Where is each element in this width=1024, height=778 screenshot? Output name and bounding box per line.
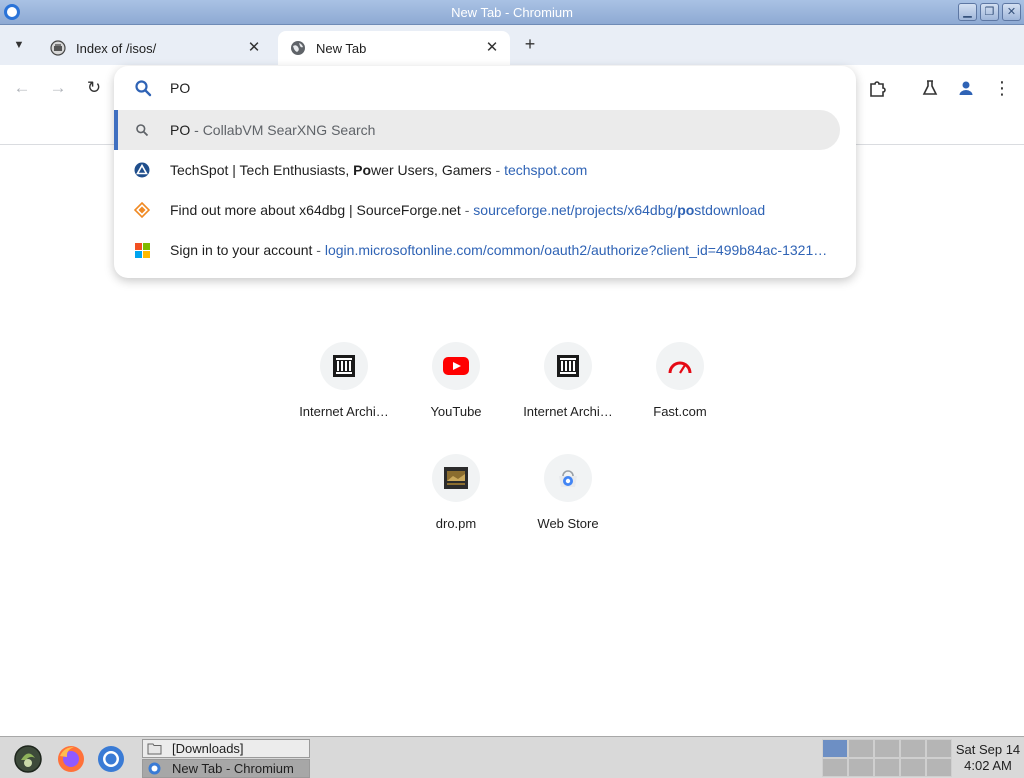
shortcut-tile[interactable]: Fast.com (624, 342, 736, 442)
suggestion-text: PO - CollabVM SearXNG Search (170, 122, 376, 138)
labs-flask-icon[interactable] (918, 76, 942, 100)
internet-archive-icon (544, 342, 592, 390)
tab-search-chevron-down-icon[interactable]: ▼ (8, 34, 30, 56)
fast-com-icon (656, 342, 704, 390)
window-titlebar[interactable]: New Tab - Chromium ▁ ❐ ✕ (0, 0, 1024, 25)
globe-icon (290, 40, 306, 56)
window-title: New Tab - Chromium (451, 4, 573, 20)
close-button[interactable]: ✕ (1002, 3, 1021, 21)
workspace-3[interactable] (874, 739, 900, 758)
extensions-puzzle-icon[interactable] (865, 76, 889, 100)
shortcut-tile[interactable]: Internet Archi… (512, 342, 624, 442)
chromium-app-icon (4, 4, 20, 20)
workspace-pager[interactable] (822, 739, 952, 777)
workspace-6[interactable] (822, 758, 848, 777)
tab-new-tab[interactable]: New Tab ✕ (278, 31, 510, 65)
workspace-10[interactable] (926, 758, 952, 777)
tab-index-of-isos[interactable]: Index of /isos/ ✕ (38, 31, 272, 65)
workspace-4[interactable] (900, 739, 926, 758)
omnibox-input[interactable] (170, 78, 770, 98)
reload-icon[interactable]: ↻ (82, 76, 106, 100)
minimize-button[interactable]: ▁ (958, 3, 977, 21)
forward-arrow-icon[interactable]: → (46, 76, 70, 100)
youtube-icon (432, 342, 480, 390)
os-taskbar: [Downloads] New Tab - Chromium Sat Sep 1… (0, 736, 1024, 778)
suggestion-text: TechSpot | Tech Enthusiasts, Power Users… (170, 162, 588, 178)
shortcut-tile[interactable]: Internet Archi… (288, 342, 400, 442)
internet-archive-icon (320, 342, 368, 390)
taskbar-clock[interactable]: Sat Sep 14 4:02 AM (952, 742, 1024, 774)
chromium-icon (148, 762, 161, 775)
shortcut-label: Fast.com (653, 404, 707, 419)
shortcut-label: Web Store (537, 516, 599, 531)
omnibox-input-row (114, 66, 856, 110)
new-tab-plus-icon[interactable]: + (519, 33, 541, 55)
shortcut-tile[interactable]: Web Store (512, 454, 624, 554)
omnibox-suggestion-sourceforge[interactable]: Find out more about x64dbg | SourceForge… (114, 190, 840, 230)
archive-favicon-icon (50, 40, 66, 56)
web-store-icon (544, 454, 592, 502)
workspace-5[interactable] (926, 739, 952, 758)
workspace-7[interactable] (848, 758, 874, 777)
workspace-1[interactable] (822, 739, 848, 758)
search-icon (134, 122, 150, 138)
suggestion-text: Sign in to your account - login.microsof… (170, 242, 828, 258)
techspot-favicon-icon (134, 162, 150, 178)
workspace-2[interactable] (848, 739, 874, 758)
shortcut-label: Internet Archi… (523, 404, 613, 419)
omnibox-suggestion-search[interactable]: PO - CollabVM SearXNG Search (114, 110, 840, 150)
profile-avatar-icon[interactable] (954, 76, 978, 100)
workspace-9[interactable] (900, 758, 926, 777)
microsoft-favicon-icon (134, 242, 150, 258)
omnibox-dropdown: PO - CollabVM SearXNG Search TechSpot | … (114, 66, 856, 278)
search-icon (134, 79, 152, 97)
task-label: [Downloads] (172, 741, 244, 756)
tab-title: Index of /isos/ (76, 40, 157, 56)
tab-close-icon[interactable]: ✕ (482, 38, 502, 58)
clock-date: Sat Sep 14 (955, 742, 1021, 757)
firefox-icon[interactable] (55, 743, 87, 775)
omnibox-suggestion-techspot[interactable]: TechSpot | Tech Enthusiasts, Power Users… (114, 150, 840, 190)
folder-icon (147, 743, 162, 755)
tab-title: New Tab (316, 40, 367, 56)
menu-kebab-icon[interactable]: ⋮ (990, 76, 1014, 100)
shortcut-label: Internet Archi… (299, 404, 389, 419)
dro-pm-icon (432, 454, 480, 502)
tab-strip: ▼ Index of /isos/ ✕ New Tab ✕ + (0, 25, 1024, 65)
suggestion-text: Find out more about x64dbg | SourceForge… (170, 202, 766, 218)
back-arrow-icon[interactable]: ← (10, 76, 34, 100)
window-controls: ▁ ❐ ✕ (958, 3, 1021, 21)
start-menu-icon[interactable] (12, 743, 44, 775)
omnibox-suggestion-microsoft[interactable]: Sign in to your account - login.microsof… (114, 230, 840, 270)
maximize-button[interactable]: ❐ (980, 3, 999, 21)
workspace-8[interactable] (874, 758, 900, 777)
shortcut-tile[interactable]: YouTube (400, 342, 512, 442)
chromium-launcher-icon[interactable] (95, 743, 127, 775)
sourceforge-favicon-icon (134, 202, 150, 218)
shortcut-tile[interactable]: dro.pm (400, 454, 512, 554)
clock-time: 4:02 AM (964, 758, 1012, 773)
task-label: New Tab - Chromium (172, 761, 294, 776)
task-item-downloads[interactable]: [Downloads] (142, 739, 310, 758)
shortcut-label: dro.pm (435, 516, 477, 531)
task-item-chromium[interactable]: New Tab - Chromium (142, 759, 310, 778)
tab-close-icon[interactable]: ✕ (244, 38, 264, 58)
shortcut-label: YouTube (430, 404, 482, 419)
